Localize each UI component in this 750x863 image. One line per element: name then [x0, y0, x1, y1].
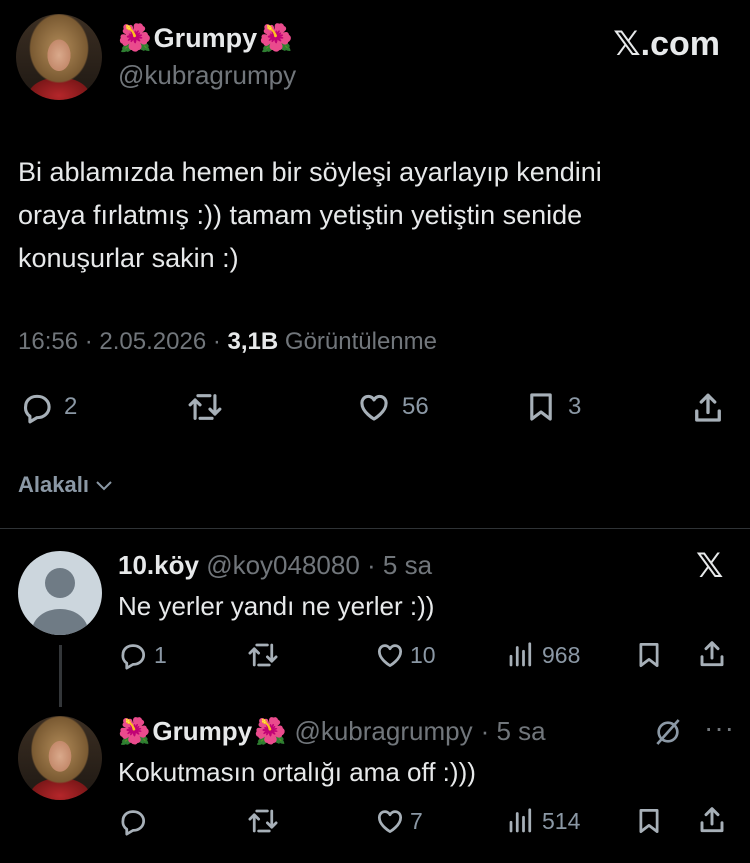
- tweet-text-line: konuşurlar sakin :): [18, 243, 239, 273]
- sort-label: Alakalı: [18, 472, 89, 497]
- reply-count: 2: [64, 393, 78, 420]
- x-com-logo: 𝕏.com: [613, 25, 720, 63]
- reply-avatar-default[interactable]: [18, 551, 102, 635]
- default-profile-icon: [32, 568, 88, 635]
- author-display-name: Grumpy: [153, 22, 258, 53]
- reply-share-button[interactable]: [696, 638, 728, 670]
- retweet-icon: [248, 643, 278, 667]
- flower-emoji-icon: 🌺: [254, 716, 287, 746]
- flower-emoji-icon: 🌺: [118, 23, 152, 53]
- reply-reply-button[interactable]: [118, 806, 148, 836]
- reply-reply-button[interactable]: 1: [118, 640, 167, 670]
- divider: [0, 528, 750, 529]
- heart-icon: [360, 394, 388, 421]
- reply-text: Ne yerler yandı ne yerler :)): [118, 591, 435, 621]
- like-button[interactable]: 56: [356, 390, 429, 424]
- reply-icon: [23, 394, 51, 424]
- reply-retweet-button[interactable]: [246, 806, 280, 836]
- author-avatar[interactable]: [16, 14, 102, 100]
- reply-header: 10.köy @koy048080 · 5 sa: [118, 550, 432, 581]
- thread-line: [59, 645, 62, 707]
- heart-icon: [378, 810, 402, 833]
- reply-share-button[interactable]: [696, 804, 728, 836]
- flower-emoji-icon: 🌺: [118, 716, 151, 746]
- reply-bookmark-button[interactable]: [634, 640, 664, 670]
- reply-icon: [121, 810, 146, 836]
- share-icon: [695, 393, 721, 422]
- analytics-icon: [509, 642, 532, 667]
- reply-time[interactable]: · 5 sa: [481, 716, 546, 747]
- reply-icon: [121, 644, 146, 670]
- like-count: 10: [410, 641, 436, 668]
- author-handle[interactable]: @kubragrumpy: [118, 60, 296, 91]
- tweet-text-line: Bi ablamızda hemen bir söyleşi ayarlayıp…: [18, 157, 602, 187]
- grok-icon[interactable]: [652, 716, 684, 753]
- reply-like-button[interactable]: 7: [374, 806, 423, 836]
- analytics-icon: [509, 808, 532, 833]
- meta-separator: ·: [212, 328, 221, 355]
- chevron-down-icon: [96, 481, 112, 491]
- reply-bookmark-button[interactable]: [634, 806, 664, 836]
- bookmark-icon: [639, 809, 659, 833]
- tweet-text-line: oraya fırlatmış :)) tamam yetiştin yetiş…: [18, 200, 583, 230]
- tweet-meta: 16:56 · 2.05.2026 · 3,1B Görüntülenme: [18, 328, 437, 356]
- retweet-icon: [248, 809, 278, 833]
- reply-retweet-button[interactable]: [246, 640, 280, 670]
- bookmark-icon: [530, 393, 552, 421]
- author-name[interactable]: 🌺 Grumpy 🌺: [118, 22, 293, 54]
- share-icon: [700, 807, 724, 833]
- bookmark-icon: [639, 643, 659, 667]
- reply-author-avatar[interactable]: [18, 716, 102, 800]
- bookmark-count: 3: [568, 393, 582, 420]
- reply-author-name[interactable]: 🌺 Grumpy 🌺: [118, 716, 286, 747]
- reply-button[interactable]: 2: [20, 390, 77, 424]
- like-count: 56: [402, 393, 429, 420]
- reply-author-handle[interactable]: @koy048080: [206, 550, 360, 580]
- reply-views-button[interactable]: 514: [506, 806, 580, 836]
- flower-emoji-icon: 🌺: [259, 23, 293, 53]
- reply-author-handle[interactable]: @kubragrumpy: [294, 716, 472, 747]
- bookmark-button[interactable]: 3: [524, 390, 581, 424]
- tweet-views-count: 3,1B: [227, 328, 279, 355]
- share-button[interactable]: [690, 390, 726, 426]
- more-options-icon[interactable]: ···: [704, 712, 735, 744]
- x-logo-icon: 𝕏: [696, 547, 724, 585]
- like-count: 7: [410, 807, 423, 834]
- reply-header: 🌺 Grumpy 🌺 @kubragrumpy · 5 sa: [118, 716, 546, 747]
- heart-icon: [378, 644, 402, 667]
- reply-like-button[interactable]: 10: [374, 640, 436, 670]
- tweet-time[interactable]: 16:56: [18, 328, 78, 355]
- view-count: 514: [542, 807, 581, 834]
- reply-author-name[interactable]: 10.köy: [118, 550, 199, 580]
- reply-text: Kokutmasın ortalığı ama off :))): [118, 757, 476, 787]
- reply-views-button[interactable]: 968: [506, 640, 580, 670]
- retweet-icon: [188, 394, 222, 420]
- sort-dropdown[interactable]: Alakalı: [18, 472, 113, 498]
- reply-time[interactable]: · 5 sa: [367, 550, 432, 580]
- retweet-button[interactable]: [186, 390, 224, 424]
- reply-count: 1: [154, 641, 167, 668]
- meta-separator: ·: [84, 328, 93, 355]
- tweet-views-label: Görüntülenme: [284, 328, 437, 355]
- share-icon: [700, 641, 724, 667]
- tweet-date[interactable]: 2.05.2026: [99, 328, 206, 355]
- tweet-text: Bi ablamızda hemen bir söyleşi ayarlayıp…: [18, 151, 602, 280]
- view-count: 968: [542, 641, 581, 668]
